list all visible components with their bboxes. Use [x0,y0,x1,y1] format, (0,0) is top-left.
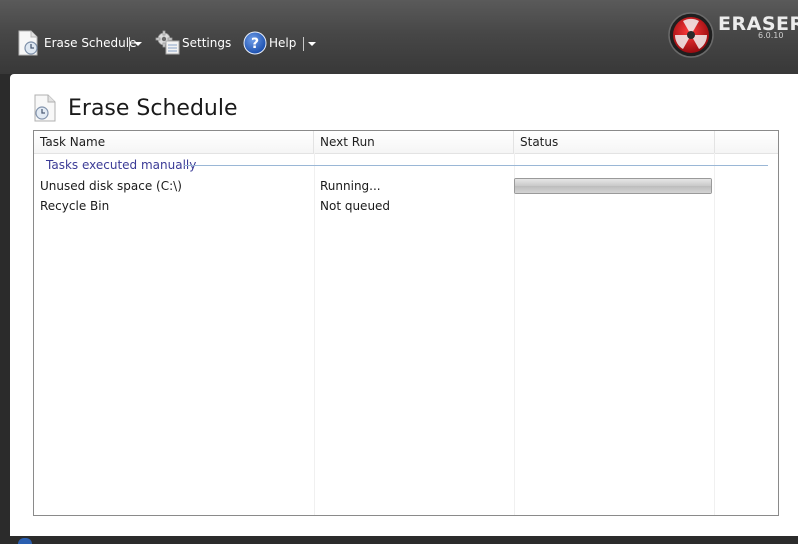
group-divider-line [184,165,768,166]
erase-schedule-button[interactable]: Erase Schedule [16,28,136,58]
page-header: Erase Schedule [32,94,238,122]
schedule-document-icon [34,94,56,122]
page-title: Erase Schedule [68,95,238,121]
table-row[interactable]: Unused disk space (C:\) Running... [34,176,778,196]
settings-button[interactable]: Settings [155,28,231,58]
status-progress-fill [515,179,711,193]
toolbar-separator [303,37,304,51]
task-name-cell: Recycle Bin [40,199,110,213]
erase-schedule-dropdown-icon[interactable] [134,42,142,46]
column-header-next-run[interactable]: Next Run [314,131,514,153]
toolbar-separator [129,37,130,51]
task-name-cell: Unused disk space (C:\) [40,179,182,193]
help-icon-glyph: ? [251,36,259,52]
task-list[interactable]: Task Name Next Run Status Tasks executed… [33,130,779,516]
erase-schedule-label: Erase Schedule [44,36,137,50]
status-bar-icon [18,538,32,544]
eraser-logo-icon [668,12,714,58]
settings-gear-icon [155,30,180,55]
brand-version: 6.0.10 [758,31,784,40]
help-label: Help [269,36,297,50]
column-header-task-name[interactable]: Task Name [34,131,314,153]
next-run-cell: Not queued [320,199,391,213]
next-run-cell: Running... [320,179,381,193]
status-progress-bar [514,178,712,194]
help-question-icon: ? [243,31,267,55]
group-header-manual-tasks[interactable]: Tasks executed manually [46,158,196,172]
task-list-header: Task Name Next Run Status [34,131,778,154]
column-header-status[interactable]: Status [514,131,715,153]
table-row[interactable]: Recycle Bin Not queued [34,196,778,216]
settings-label: Settings [182,36,232,50]
schedule-document-icon [18,30,38,56]
toolbar: Erase Schedule Settings ? Help ERASER 6.… [0,0,798,74]
main-panel: Erase Schedule Task Name Next Run Status… [10,74,798,536]
help-button[interactable]: ? Help [243,28,296,58]
help-dropdown-icon[interactable] [308,42,316,46]
